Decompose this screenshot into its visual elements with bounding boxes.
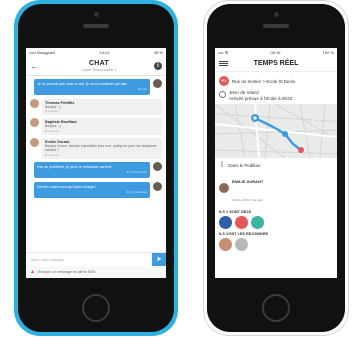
child-avatar[interactable] [251,216,264,230]
page-subtitle: Ligne Rosqueuille 2 [81,66,117,72]
message-text: Bonjour à tous, demain impossible pour m… [45,143,157,153]
alert-label: Envoyer un message en alerte SMS [37,270,96,274]
message-time: 8 s, ajouté [45,152,59,157]
warning-icon: ▲ [30,269,35,275]
driver-name: ÉMILIE DURANT [232,179,264,185]
phone-body: •••• ☰ 09:16 100 % TEMPS RÉEL P1 Rue du … [207,4,345,332]
camera-icon [274,12,279,17]
battery: 36 % [153,49,163,55]
children-on-board [215,215,337,230]
avatar [153,181,162,191]
message-text: Dernier chant vous qui lavez chargé ! [37,184,97,189]
route-path [254,117,302,152]
driver-status: Vérifié à 8h19 (via app) [232,198,264,203]
realtime-header: TEMPS RÉEL [215,56,337,72]
child-avatar[interactable] [219,238,232,252]
compose-bar: Tapez votre message ➤ [26,252,166,267]
menu-icon[interactable] [219,60,228,67]
phone-body: ••••• Bouygues 14:14 36 % ← CHAT Ligne R… [18,4,174,332]
message-box: Emilie Durant Bonjour à tous, demain imp… [42,137,162,159]
clock: 09:16 [270,49,281,55]
my-message: Pas de problème, je peux te remplacer sa… [34,161,162,178]
delay-text: 3min de retard Arrivée prévue à l'école … [229,90,292,101]
walking-icon: 🚶 [219,162,226,169]
right-phone: •••• ☰ 09:16 100 % TEMPS RÉEL P1 Rue du … [203,0,349,336]
message-text: Je ne pourrai pas venir la nuit, je veux… [37,82,130,86]
page-title: CHAT [88,59,110,67]
delay-row: 3min de retard Arrivée prévue à l'école … [215,90,337,104]
current-position-marker [282,131,288,138]
route-map[interactable] [215,104,337,159]
avatar [219,183,229,194]
message-input[interactable]: Tapez votre message [30,258,152,262]
avatar [153,161,162,171]
message-time: 8 s, ajouté [45,109,59,114]
avatar [30,118,39,128]
my-message: Dernier chant vous qui lavez chargé ! Il… [34,181,162,198]
delay-minutes: 3min de retard [229,90,259,95]
map-graphic [215,104,337,159]
arrival-estimate: Arrivée prévue à l'école à 8h23 [229,95,293,101]
info-icon[interactable]: i [154,61,162,70]
avatar [30,99,39,108]
child-avatar[interactable] [235,216,248,230]
message-box: Baptiste Bouffaut Bonjour :-) 8 s, ajout… [42,118,162,135]
camera-icon [94,12,99,17]
onboard-label: Dans le Pedibus : [228,162,263,168]
clock-icon [219,91,226,98]
battery: 100 % [322,49,334,55]
realtime-screen: •••• ☰ 09:16 100 % TEMPS RÉEL P1 Rue du … [215,48,337,278]
onboard-heading: 🚶 Dans le Pedibus : [215,158,337,170]
section-to-join: ILS VONT LES REJOINDRE [219,232,269,237]
chat-title-block: CHAT Ligne Rosqueuille 2 [44,60,154,72]
chat-thread: Je ne pourrai pas venir la nuit, je veux… [26,76,166,198]
route-row: P1 Rue du Sentier > Ecole St Denis [215,72,337,90]
child-avatar[interactable] [235,238,248,252]
line-badge: P1 [219,76,229,86]
message-time: Il y a 5 minutes [126,169,147,174]
clock: 14:14 [99,49,110,55]
message-item: Thomas Petitfils Bonjour :-) 8 s, ajouté [30,99,162,116]
left-phone: ••••• Bouygues 14:14 36 % ← CHAT Ligne R… [14,0,178,336]
message-item: Emilie Durant Bonjour à tous, demain imp… [30,137,162,159]
page-title: TEMPS RÉEL [253,60,299,67]
speaker-grill [83,24,109,28]
driver-info: ÉMILIE DURANT Vérifié à 8h19 (via app) [232,170,263,206]
status-bar: ••••• Bouygues 14:14 36 % [26,48,166,56]
my-message: Je ne pourrai pas venir la nuit, je veux… [34,79,162,95]
home-button[interactable] [82,294,110,322]
message-item: Baptiste Bouffaut Bonjour :-) 8 s, ajout… [30,118,162,135]
speaker-grill [263,24,289,28]
section-on-board: ILS Y SONT DÉJÀ [219,210,252,215]
send-icon[interactable]: ➤ [152,252,166,267]
child-avatar[interactable] [219,216,232,230]
chat-header: ← CHAT Ligne Rosqueuille 2 i [26,56,166,76]
chat-screen: ••••• Bouygues 14:14 36 % ← CHAT Ligne R… [26,48,166,278]
avatar [153,79,162,88]
carrier: •••• ☰ [218,49,229,55]
message-time: 8 jours [137,87,147,91]
avatar [30,137,39,147]
children-to-join [215,237,337,252]
home-button[interactable] [262,294,290,322]
message-time: Il y a 3 minutes [126,189,147,194]
route-text: Rue du Sentier > Ecole St Denis [232,78,296,84]
message-text: Pas de problème, je peux te remplacer sa… [37,164,112,169]
message-box: Thomas Petitfils Bonjour :-) 8 s, ajouté [42,99,162,116]
message-time: 8 s, ajouté [45,128,59,133]
sms-alert-bar[interactable]: ▲ Envoyer un message en alerte SMS [26,266,166,278]
status-bar: •••• ☰ 09:16 100 % [215,48,337,56]
carrier: ••••• Bouygues [29,49,55,55]
school-marker [298,147,304,154]
driver-row: ÉMILIE DURANT Vérifié à 8h19 (via app) [215,170,337,208]
back-arrow-icon[interactable]: ← [30,61,44,71]
